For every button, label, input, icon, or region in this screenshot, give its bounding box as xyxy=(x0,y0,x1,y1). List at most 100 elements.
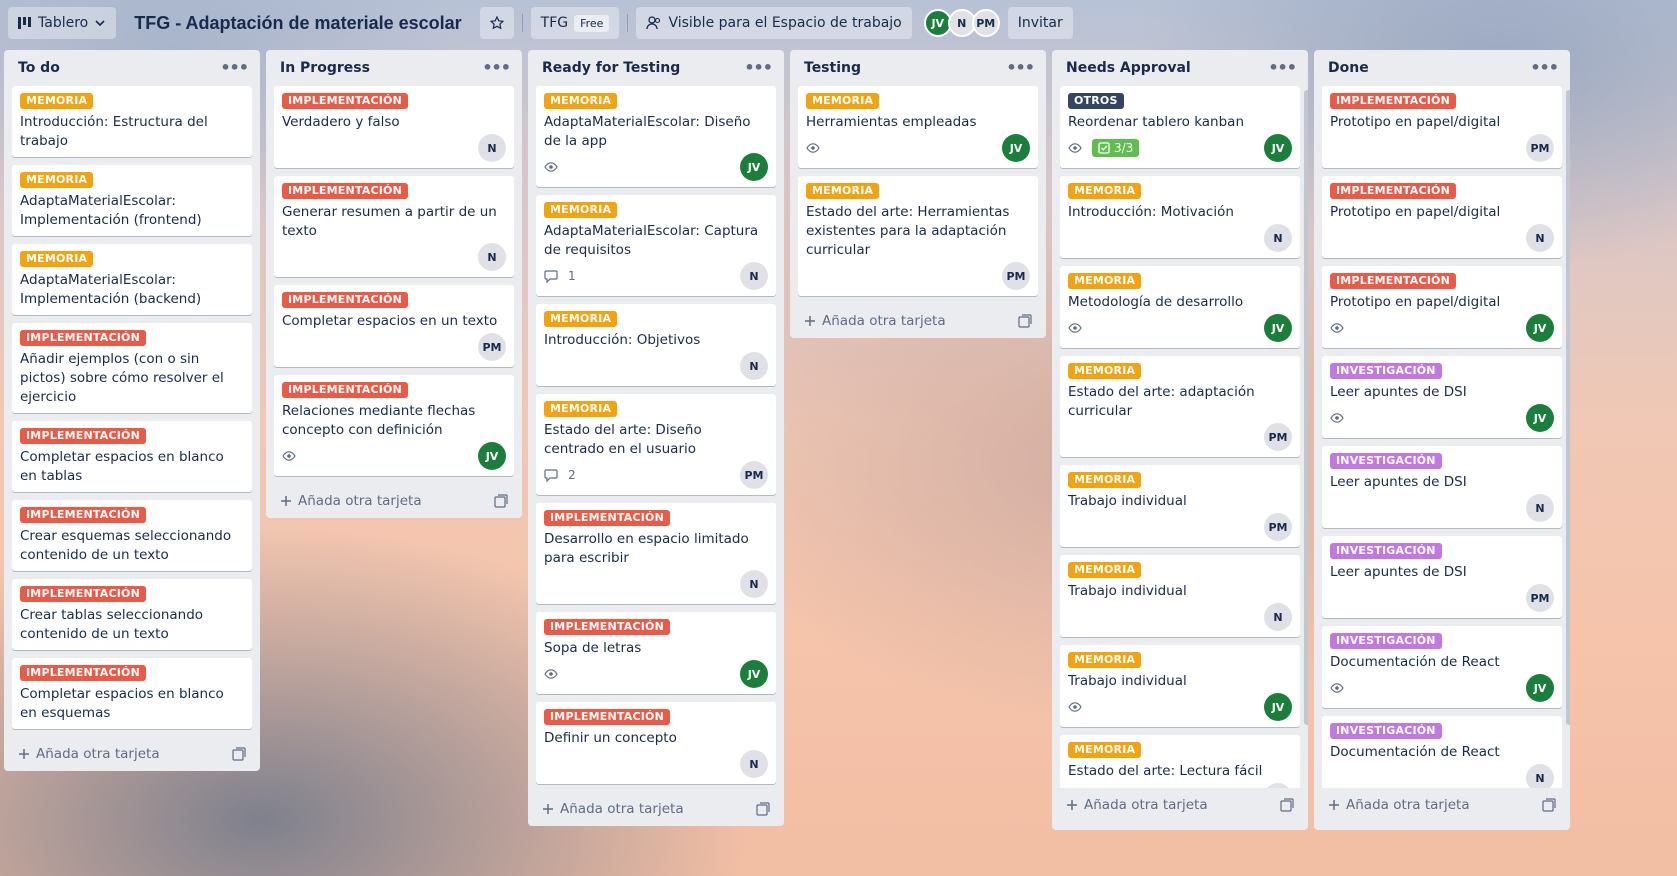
list-header[interactable]: To do ••• xyxy=(12,50,252,86)
add-card-button[interactable]: Añada otra tarjeta xyxy=(18,746,160,762)
card-member-avatar[interactable]: JV xyxy=(1526,404,1554,432)
card[interactable]: INVESTIGACIÓN Documentación de React N xyxy=(1322,716,1562,788)
list-header[interactable]: Needs Approval ••• xyxy=(1060,50,1300,86)
card-member-avatar[interactable]: N xyxy=(1526,494,1554,522)
list-title[interactable]: Ready for Testing xyxy=(542,60,680,76)
list-title[interactable]: Testing xyxy=(804,60,861,76)
more-icon[interactable]: ••• xyxy=(220,60,249,76)
invite-button[interactable]: Invitar xyxy=(1007,7,1073,39)
card[interactable]: IMPLEMENTACIÓN Completar espacios en blan… xyxy=(12,658,252,729)
member-avatar[interactable]: PM xyxy=(971,9,1000,37)
visibility-button[interactable]: Visible para el Espacio de trabajo xyxy=(636,7,912,39)
card-template-icon[interactable] xyxy=(232,747,246,761)
card[interactable]: MEMORIA Introducción: Estructura del trab… xyxy=(12,86,252,157)
list-header[interactable]: In Progress ••• xyxy=(274,50,514,86)
add-card-button[interactable]: Añada otra tarjeta xyxy=(804,313,946,329)
card[interactable]: MEMORIA Estado del arte: Diseño centrado … xyxy=(536,394,776,495)
card[interactable]: IMPLEMENTACIÓN Relaciones mediante flecha… xyxy=(274,375,514,476)
card[interactable]: IMPLEMENTACIÓN Completar espacios en blan… xyxy=(12,421,252,492)
more-icon[interactable]: ••• xyxy=(482,60,511,76)
card[interactable]: MEMORIA AdaptaMaterialEscolar: Implementa… xyxy=(12,244,252,315)
more-icon[interactable]: ••• xyxy=(1268,60,1297,76)
list-scrollbar[interactable] xyxy=(1566,90,1570,725)
card[interactable]: IMPLEMENTACIÓN Añadir ejemplos (con o sin… xyxy=(12,323,252,413)
card-member-avatar[interactable]: JV xyxy=(740,660,768,688)
list-title[interactable]: Needs Approval xyxy=(1066,60,1191,76)
card[interactable]: MEMORIA Trabajo individual JV xyxy=(1060,645,1300,727)
add-card-button[interactable]: Añada otra tarjeta xyxy=(280,493,422,509)
card-member-avatar[interactable]: PM xyxy=(1526,134,1554,162)
card[interactable]: MEMORIA Trabajo individual N xyxy=(1060,555,1300,637)
card[interactable]: MEMORIA AdaptaMaterialEscolar: Captura de… xyxy=(536,195,776,296)
list-header[interactable]: Done ••• xyxy=(1322,50,1562,86)
list-header[interactable]: Testing ••• xyxy=(798,50,1038,86)
card-member-avatar[interactable]: JV xyxy=(478,442,506,470)
card[interactable]: MEMORIA Estado del arte: Lectura fácilPM xyxy=(1060,735,1300,788)
card-member-avatar[interactable]: PM xyxy=(1264,783,1292,788)
card-template-icon[interactable] xyxy=(494,494,508,508)
card-member-avatar[interactable]: JV xyxy=(1264,314,1292,342)
workspace-button[interactable]: TFG Free xyxy=(530,7,620,39)
card[interactable]: MEMORIA Estado del arte: adaptación curri… xyxy=(1060,356,1300,457)
card-member-avatar[interactable]: N xyxy=(1264,224,1292,252)
more-icon[interactable]: ••• xyxy=(1530,60,1559,76)
card-member-avatar[interactable]: PM xyxy=(1002,262,1030,290)
star-button[interactable] xyxy=(479,7,514,39)
list-scrollbar[interactable] xyxy=(1304,90,1308,725)
add-card-button[interactable]: Añada otra tarjeta xyxy=(1066,797,1208,813)
card-member-avatar[interactable]: PM xyxy=(1526,584,1554,612)
card[interactable]: MEMORIA Introducción: Objetivos N xyxy=(536,304,776,386)
card[interactable]: MEMORIA Estado del arte: Herramientas exi… xyxy=(798,176,1038,296)
card-member-avatar[interactable]: PM xyxy=(740,461,768,489)
card-member-avatar[interactable]: PM xyxy=(478,333,506,361)
card[interactable]: MEMORIA Metodología de desarrollo JV xyxy=(1060,266,1300,348)
card[interactable]: OTROS Reordenar tablero kanban 3/3 JV xyxy=(1060,86,1300,168)
card-member-avatar[interactable]: N xyxy=(478,134,506,162)
list-header[interactable]: Ready for Testing ••• xyxy=(536,50,776,86)
card[interactable]: IMPLEMENTACIÓN Verdadero y falso N xyxy=(274,86,514,168)
card-member-avatar[interactable]: JV xyxy=(1526,314,1554,342)
card[interactable]: INVESTIGACIÓN Leer apuntes de DSI N xyxy=(1322,446,1562,528)
card[interactable]: IMPLEMENTACIÓN Desarrollo en espacio limi… xyxy=(536,503,776,604)
card-template-icon[interactable] xyxy=(1280,798,1294,812)
list-title[interactable]: In Progress xyxy=(280,60,370,76)
card[interactable]: IMPLEMENTACIÓN Prototipo en papel/digital… xyxy=(1322,176,1562,258)
card-member-avatar[interactable]: JV xyxy=(1002,134,1030,162)
card-member-avatar[interactable]: N xyxy=(740,750,768,778)
card-member-avatar[interactable]: N xyxy=(740,262,768,290)
card-template-icon[interactable] xyxy=(1018,314,1032,328)
card[interactable]: INVESTIGACIÓN Leer apuntes de DSI PM xyxy=(1322,536,1562,618)
view-switcher-button[interactable]: Tablero xyxy=(8,7,117,39)
card-member-avatar[interactable]: N xyxy=(740,352,768,380)
board-title[interactable]: TFG - Adaptación de materiale escolar xyxy=(124,13,471,34)
list-title[interactable]: To do xyxy=(18,60,60,76)
card-member-avatar[interactable]: N xyxy=(1264,603,1292,631)
card-member-avatar[interactable]: N xyxy=(1526,764,1554,788)
card-template-icon[interactable] xyxy=(756,802,770,816)
card[interactable]: MEMORIA AdaptaMaterialEscolar: Diseño de … xyxy=(536,86,776,187)
card[interactable]: INVESTIGACIÓN Leer apuntes de DSI JV xyxy=(1322,356,1562,438)
card-member-avatar[interactable]: JV xyxy=(1526,674,1554,702)
more-icon[interactable]: ••• xyxy=(744,60,773,76)
add-card-button[interactable]: Añada otra tarjeta xyxy=(1328,797,1470,813)
card[interactable]: IMPLEMENTACIÓN Prototipo en papel/digital… xyxy=(1322,266,1562,348)
card-member-avatar[interactable]: N xyxy=(478,243,506,271)
card-member-avatar[interactable]: N xyxy=(740,570,768,598)
card[interactable]: MEMORIA Herramientas empleadas JV xyxy=(798,86,1038,168)
card-template-icon[interactable] xyxy=(1542,798,1556,812)
list-title[interactable]: Done xyxy=(1328,60,1369,76)
card[interactable]: INVESTIGACIÓN Documentación de React JV xyxy=(1322,626,1562,708)
card[interactable]: IMPLEMENTACIÓN Definir un concepto N xyxy=(536,702,776,784)
card[interactable]: IMPLEMENTACIÓN Prototipo en papel/digital… xyxy=(1322,86,1562,168)
card-member-avatar[interactable]: PM xyxy=(1264,513,1292,541)
add-card-button[interactable]: Añada otra tarjeta xyxy=(542,801,684,817)
card-member-avatar[interactable]: JV xyxy=(1264,134,1292,162)
card[interactable]: IMPLEMENTACIÓN Crear esquemas seleccionan… xyxy=(12,500,252,571)
card-member-avatar[interactable]: N xyxy=(1526,224,1554,252)
card[interactable]: IMPLEMENTACIÓN Generar resumen a partir d… xyxy=(274,176,514,277)
card[interactable]: IMPLEMENTACIÓN Sopa de letras JV xyxy=(536,612,776,694)
card[interactable]: IMPLEMENTACIÓN Completar espacios en un t… xyxy=(274,285,514,367)
card-member-avatar[interactable]: JV xyxy=(740,153,768,181)
card[interactable]: MEMORIA Introducción: Motivación N xyxy=(1060,176,1300,258)
more-icon[interactable]: ••• xyxy=(1006,60,1035,76)
